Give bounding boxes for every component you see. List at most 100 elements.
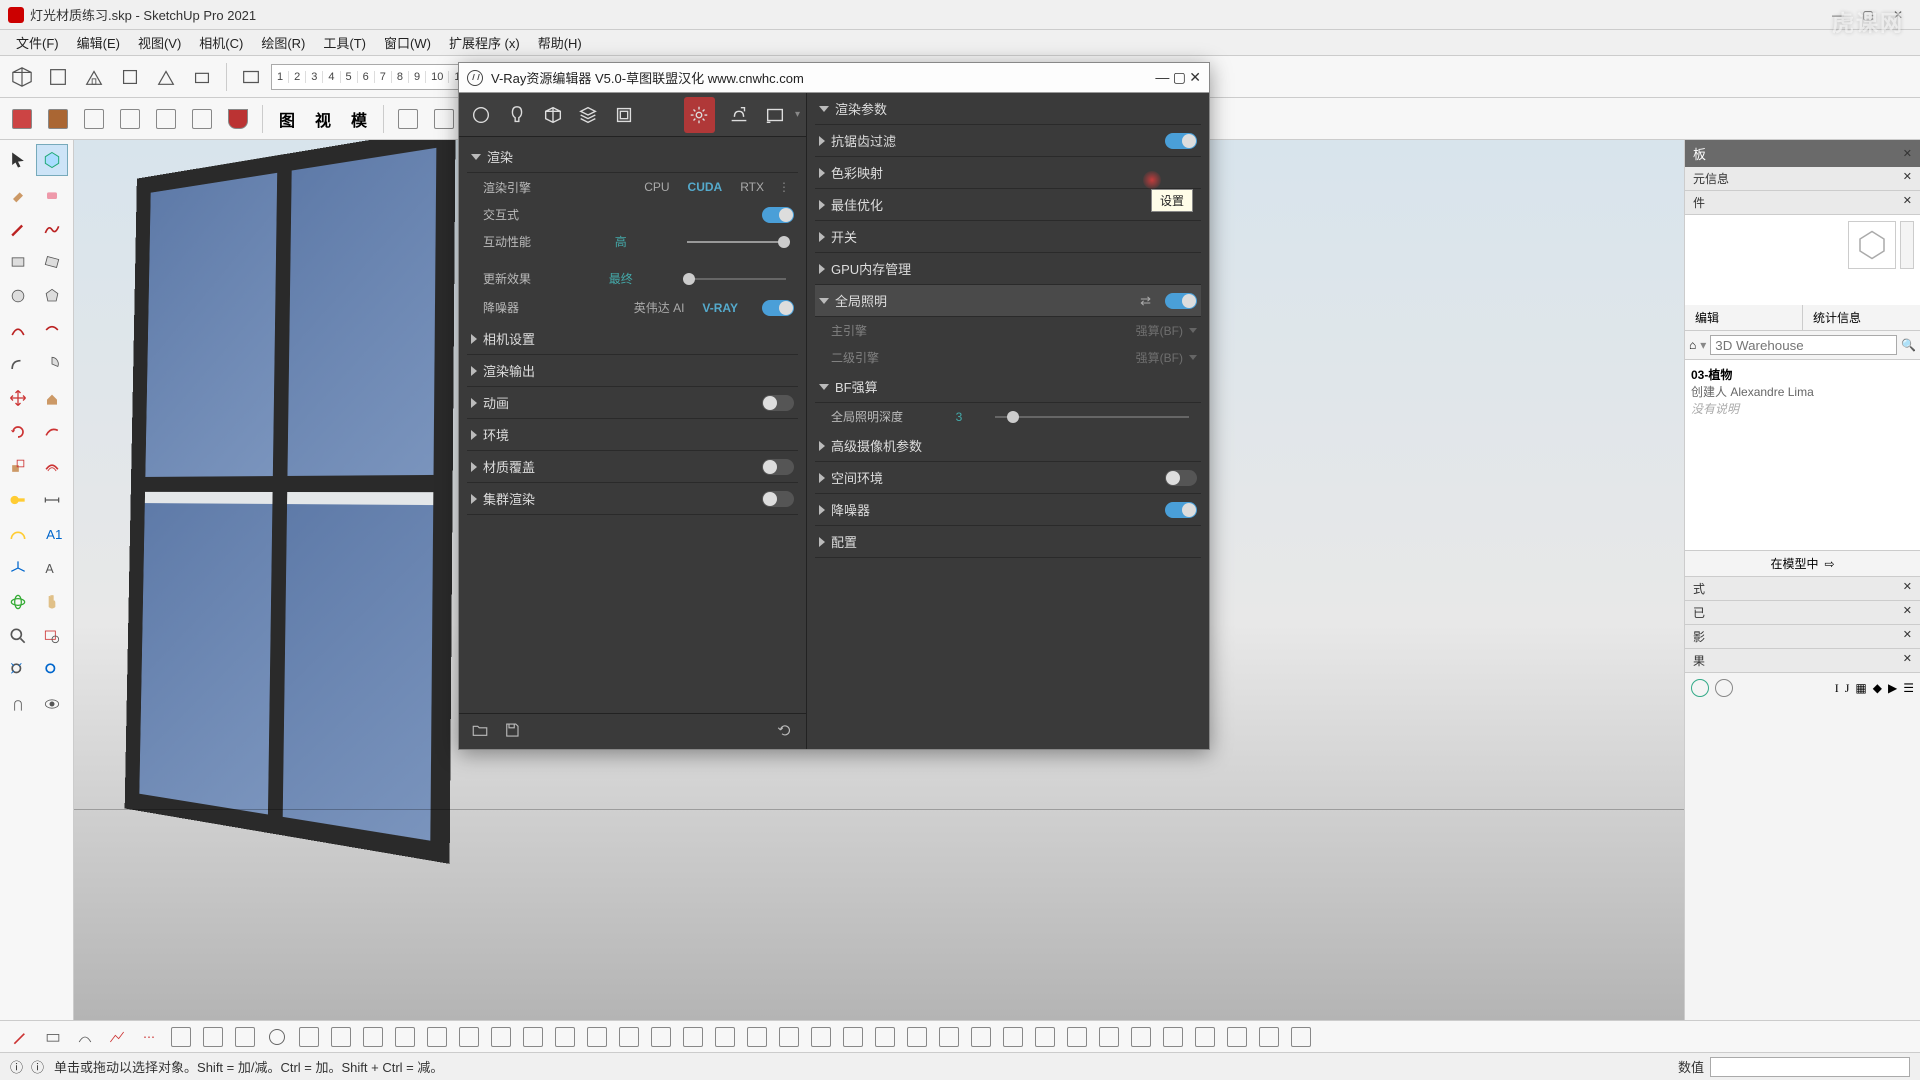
section-right-denoiser[interactable]: 降噪器 [815,494,1201,526]
render-button-icon[interactable] [759,97,791,133]
tool-icon[interactable] [1032,1024,1058,1050]
section-space-env[interactable]: 空间环境 [815,462,1201,494]
position-camera-icon[interactable] [2,688,34,720]
tool-icon[interactable] [616,1024,642,1050]
zoom-extents-icon[interactable] [2,654,34,686]
tool-icon[interactable] [968,1024,994,1050]
tray-close-icon[interactable]: ✕ [1903,147,1912,160]
more-icon[interactable]: ⋮ [774,180,794,194]
tool-icon[interactable]: 视 [307,103,339,135]
tool-icon[interactable] [1288,1024,1314,1050]
panel-entity-info[interactable]: 元信息 ✕ [1685,167,1920,191]
freehand-tool-icon[interactable] [36,212,68,244]
3dtext-tool-icon[interactable]: A [36,552,68,584]
section-optimization[interactable]: 最佳优化 [815,189,1201,221]
section-render-params[interactable]: 渲染参数 [815,93,1201,125]
tool-icon[interactable] [488,1024,514,1050]
gi-toggle[interactable] [1165,293,1197,309]
in-model-row[interactable]: 在模型中 ⇨ [1685,550,1920,577]
tab-edit[interactable]: 编辑 [1685,305,1803,330]
right-view-icon[interactable] [186,61,218,93]
panel-close-icon[interactable]: ✕ [1903,604,1912,621]
tool-icon[interactable] [232,1024,258,1050]
tool-icon[interactable] [744,1024,770,1050]
section-color-mapping[interactable]: 色彩映射 [815,157,1201,189]
menu-tools[interactable]: 工具(T) [315,30,374,55]
scene-tab[interactable]: 6 [358,71,375,83]
rectangle-tool-icon[interactable] [2,246,34,278]
search-input[interactable] [1710,335,1897,355]
tool-icon[interactable] [776,1024,802,1050]
space-env-toggle[interactable] [1165,470,1197,486]
panel-close-icon[interactable]: ✕ [1903,652,1912,669]
scene-tab[interactable]: 10 [426,71,449,83]
scene-tab[interactable]: 4 [323,71,340,83]
panel-row[interactable]: 影✕ [1685,625,1920,649]
menu-camera[interactable]: 相机(C) [191,30,251,55]
denoiser-nvidia[interactable]: 英伟达 AI [626,297,693,318]
tool-icon[interactable] [520,1024,546,1050]
polygon-tool-icon[interactable] [36,280,68,312]
look-around-icon[interactable] [36,688,68,720]
zoom-prev-icon[interactable] [36,654,68,686]
followme-tool-icon[interactable] [36,416,68,448]
tab-stats[interactable]: 统计信息 [1803,305,1920,330]
section-gpu-memory[interactable]: GPU内存管理 [815,253,1201,285]
tool-icon[interactable] [552,1024,578,1050]
tool-icon[interactable] [360,1024,386,1050]
tool-icon[interactable] [1064,1024,1090,1050]
zoom-tool-icon[interactable] [2,620,34,652]
section-output[interactable]: 渲染输出 [467,355,798,387]
offset-tool-icon[interactable] [36,450,68,482]
override-toggle[interactable] [762,459,794,475]
menu-help[interactable]: 帮助(H) [530,30,590,55]
panel-row[interactable]: 式✕ [1685,577,1920,601]
menu-draw[interactable]: 绘图(R) [253,30,313,55]
tool-icon[interactable] [872,1024,898,1050]
engine-cuda[interactable]: CUDA [680,178,731,196]
tool-icon[interactable] [78,103,110,135]
pushpull-tool-icon[interactable] [36,382,68,414]
arc-tool-icon[interactable] [2,314,34,346]
section-gi[interactable]: 全局照明⇄ [815,285,1201,317]
tool-icon[interactable] [42,103,74,135]
dimension-tool-icon[interactable] [36,484,68,516]
tool-icon[interactable] [1096,1024,1122,1050]
save-icon[interactable] [503,721,521,742]
denoiser-segmented[interactable]: 英伟达 AI V-RAY [626,297,746,318]
scene-tab[interactable]: 1 [272,71,289,83]
tool-icon[interactable] [104,1024,130,1050]
section-render[interactable]: 渲染 [467,141,798,173]
scale-tool-icon[interactable] [2,450,34,482]
tool-icon[interactable] [392,1024,418,1050]
tool-icon[interactable] [8,1024,34,1050]
textures-tab-icon[interactable] [608,97,640,133]
section-bf[interactable]: BF强算 [815,371,1201,403]
section-advanced-camera[interactable]: 高级摄像机参数 [815,430,1201,462]
tool-icon[interactable] [186,103,218,135]
arc2-tool-icon[interactable] [36,314,68,346]
section-swarm[interactable]: 集群渲染 [467,483,798,515]
antialias-toggle[interactable] [1165,133,1197,149]
panel-row[interactable]: 已✕ [1685,601,1920,625]
section-camera[interactable]: 相机设置 [467,323,798,355]
tool-icon[interactable]: ◆ [1873,681,1882,695]
component-tool-icon[interactable] [36,144,68,176]
geometry-tab-icon[interactable] [537,97,569,133]
link-icon[interactable]: ⇄ [1140,293,1151,309]
secondary-engine-dropdown[interactable]: 强算(BF) [1136,349,1197,366]
tool-icon[interactable] [40,1024,66,1050]
tool-icon[interactable] [264,1024,290,1050]
tool-icon[interactable] [584,1024,610,1050]
minimize-button[interactable]: — [1155,69,1169,85]
tool-icon[interactable] [6,103,38,135]
arc3-tool-icon[interactable] [2,348,34,380]
tool-icon[interactable] [840,1024,866,1050]
tray-header[interactable]: 板 ✕ [1685,140,1920,167]
tool-icon[interactable] [428,103,460,135]
denoiser-toggle[interactable] [762,300,794,316]
section-switches[interactable]: 开关 [815,221,1201,253]
circle-tool-icon[interactable] [2,280,34,312]
tool-icon[interactable]: I [1835,681,1839,696]
scene-tab[interactable]: 9 [409,71,426,83]
